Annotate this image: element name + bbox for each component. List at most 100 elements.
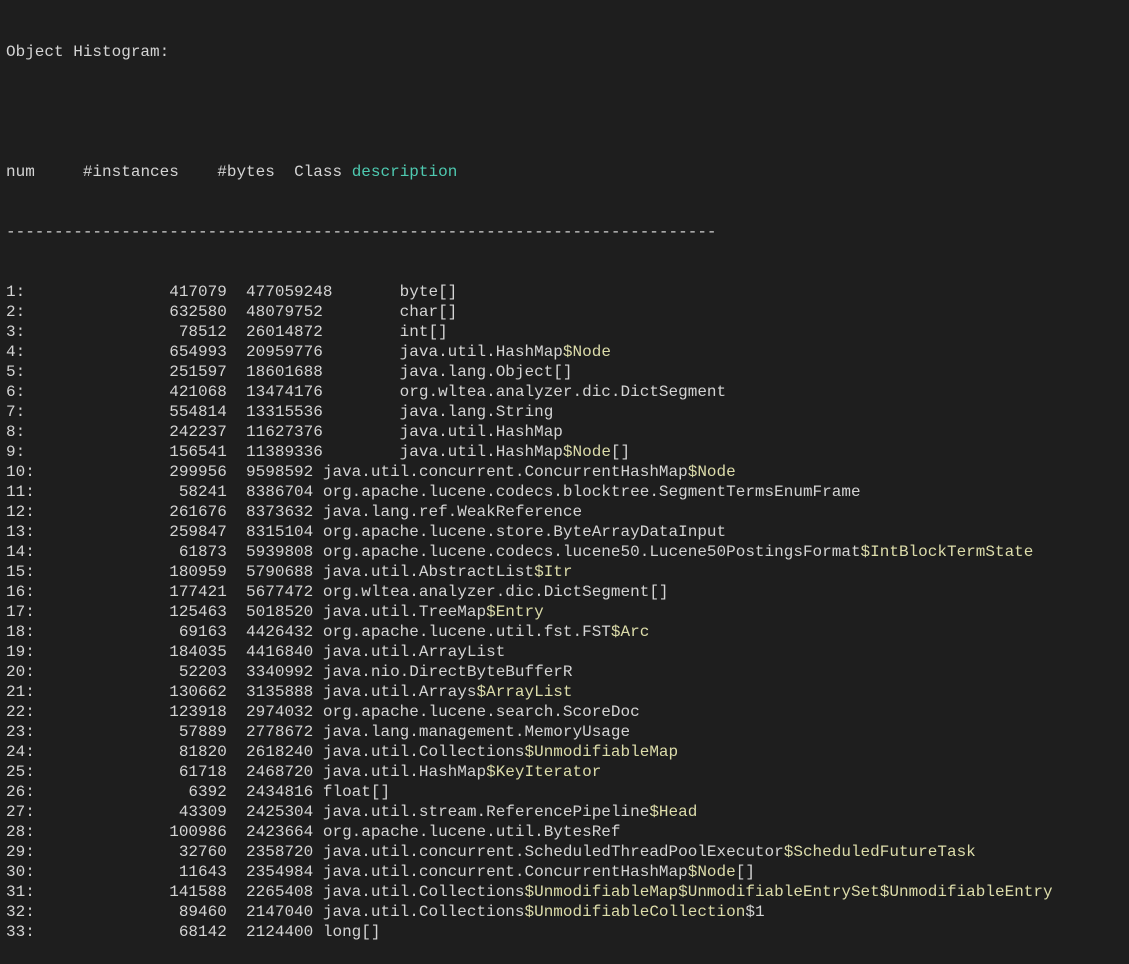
row-numbers: 13: 259847 8315104 [6,523,323,541]
class-segment: $KeyIterator [486,763,601,781]
row-numbers: 14: 61873 5939808 [6,543,323,561]
class-segment: byte[] [400,283,458,301]
table-row: 23: 57889 2778672 java.lang.management.M… [6,722,1123,742]
class-segment: java.lang.String [400,403,554,421]
row-numbers: 15: 180959 5790688 [6,563,323,581]
table-row: 25: 61718 2468720 java.util.HashMap$KeyI… [6,762,1123,782]
table-row: 3: 78512 26014872 int[] [6,322,1123,342]
table-row: 26: 6392 2434816 float[] [6,782,1123,802]
histogram-rows: 1: 417079 477059248 byte[]2: 632580 4807… [6,282,1123,942]
terminal-output: Object Histogram: num #instances #bytes … [0,0,1129,964]
class-segment: org.apache.lucene.codecs.lucene50.Lucene… [323,543,861,561]
row-numbers: 19: 184035 4416840 [6,643,323,661]
class-segment: $Node [688,463,736,481]
row-numbers: 27: 43309 2425304 [6,803,323,821]
row-numbers: 18: 69163 4426432 [6,623,323,641]
table-row: 14: 61873 5939808 org.apache.lucene.code… [6,542,1123,562]
table-row: 1: 417079 477059248 byte[] [6,282,1123,302]
table-row: 13: 259847 8315104 org.apache.lucene.sto… [6,522,1123,542]
row-numbers: 31: 141588 2265408 [6,883,323,901]
class-segment: java.util.HashMap [400,423,563,441]
row-numbers: 12: 261676 8373632 [6,503,323,521]
table-row: 12: 261676 8373632 java.lang.ref.WeakRef… [6,502,1123,522]
row-numbers: 17: 125463 5018520 [6,603,323,621]
table-row: 20: 52203 3340992 java.nio.DirectByteBuf… [6,662,1123,682]
class-segment: $Head [649,803,697,821]
class-segment: $Node [688,863,736,881]
row-numbers: 33: 68142 2124400 [6,923,323,941]
row-numbers: 29: 32760 2358720 [6,843,323,861]
table-row: 6: 421068 13474176 org.wltea.analyzer.di… [6,382,1123,402]
table-row: 18: 69163 4426432 org.apache.lucene.util… [6,622,1123,642]
class-segment: java.lang.Object[] [400,363,573,381]
histogram-title: Object Histogram: [6,42,1123,62]
row-numbers: 30: 11643 2354984 [6,863,323,881]
table-row: 9: 156541 11389336 java.util.HashMap$Nod… [6,442,1123,462]
header-class: Class [294,163,342,181]
table-row: 32: 89460 2147040 java.util.Collections$… [6,902,1123,922]
class-segment: int[] [400,323,448,341]
class-segment: java.nio.DirectByteBufferR [323,663,573,681]
header-description: description [352,163,458,181]
class-segment: $ArrayList [476,683,572,701]
row-numbers: 3: 78512 26014872 [6,323,400,341]
row-numbers: 28: 100986 2423664 [6,823,323,841]
table-row: 2: 632580 48079752 char[] [6,302,1123,322]
row-numbers: 2: 632580 48079752 [6,303,400,321]
separator-line: ----------------------------------------… [6,222,1123,242]
class-segment: $Itr [534,563,572,581]
class-segment: org.apache.lucene.search.ScoreDoc [323,703,640,721]
class-segment: char[] [400,303,458,321]
table-row: 7: 554814 13315536 java.lang.String [6,402,1123,422]
table-row: 11: 58241 8386704 org.apache.lucene.code… [6,482,1123,502]
table-row: 33: 68142 2124400 long[] [6,922,1123,942]
class-segment: java.util.AbstractList [323,563,534,581]
class-segment: $ScheduledFutureTask [784,843,976,861]
class-segment: long[] [323,923,381,941]
table-row: 21: 130662 3135888 java.util.Arrays$Arra… [6,682,1123,702]
row-numbers: 11: 58241 8386704 [6,483,323,501]
class-segment: java.util.Arrays [323,683,477,701]
row-numbers: 4: 654993 20959776 [6,343,400,361]
table-row: 30: 11643 2354984 java.util.concurrent.C… [6,862,1123,882]
row-numbers: 6: 421068 13474176 [6,383,400,401]
class-segment: $1 [745,903,764,921]
row-numbers: 7: 554814 13315536 [6,403,400,421]
row-numbers: 16: 177421 5677472 [6,583,323,601]
header-line: num #instances #bytes Class description [6,162,1123,182]
table-row: 29: 32760 2358720 java.util.concurrent.S… [6,842,1123,862]
class-segment: $UnmodifiableEntry [880,883,1053,901]
table-row: 24: 81820 2618240 java.util.Collections$… [6,742,1123,762]
header-num: num [6,163,35,181]
class-segment: java.lang.ref.WeakReference [323,503,582,521]
class-segment: java.util.stream.ReferencePipeline [323,803,649,821]
class-segment: java.util.Collections [323,883,525,901]
class-segment: java.util.concurrent.ConcurrentHashMap [323,463,688,481]
class-segment: org.wltea.analyzer.dic.DictSegment [400,383,726,401]
class-segment: $UnmodifiableEntrySet [678,883,880,901]
class-segment: java.util.TreeMap [323,603,486,621]
class-segment: java.util.Collections [323,903,525,921]
row-numbers: 9: 156541 11389336 [6,443,400,461]
table-row: 8: 242237 11627376 java.util.HashMap [6,422,1123,442]
class-segment: $UnmodifiableCollection [525,903,746,921]
class-segment: java.util.concurrent.ScheduledThreadPool… [323,843,784,861]
class-segment: $UnmodifiableMap [525,883,679,901]
class-segment: $IntBlockTermState [861,543,1034,561]
table-row: 28: 100986 2423664 org.apache.lucene.uti… [6,822,1123,842]
class-segment: [] [611,443,630,461]
class-segment: java.util.HashMap [400,343,563,361]
class-segment: java.util.concurrent.ConcurrentHashMap [323,863,688,881]
row-numbers: 1: 417079 477059248 [6,283,400,301]
table-row: 5: 251597 18601688 java.lang.Object[] [6,362,1123,382]
class-segment: $Entry [486,603,544,621]
table-row: 19: 184035 4416840 java.util.ArrayList [6,642,1123,662]
class-segment: java.util.ArrayList [323,643,505,661]
class-segment: org.wltea.analyzer.dic.DictSegment[] [323,583,669,601]
table-row: 4: 654993 20959776 java.util.HashMap$Nod… [6,342,1123,362]
row-numbers: 8: 242237 11627376 [6,423,400,441]
class-segment: $Node [563,343,611,361]
row-numbers: 32: 89460 2147040 [6,903,323,921]
table-row: 10: 299956 9598592 java.util.concurrent.… [6,462,1123,482]
header-bytes: #bytes [217,163,275,181]
